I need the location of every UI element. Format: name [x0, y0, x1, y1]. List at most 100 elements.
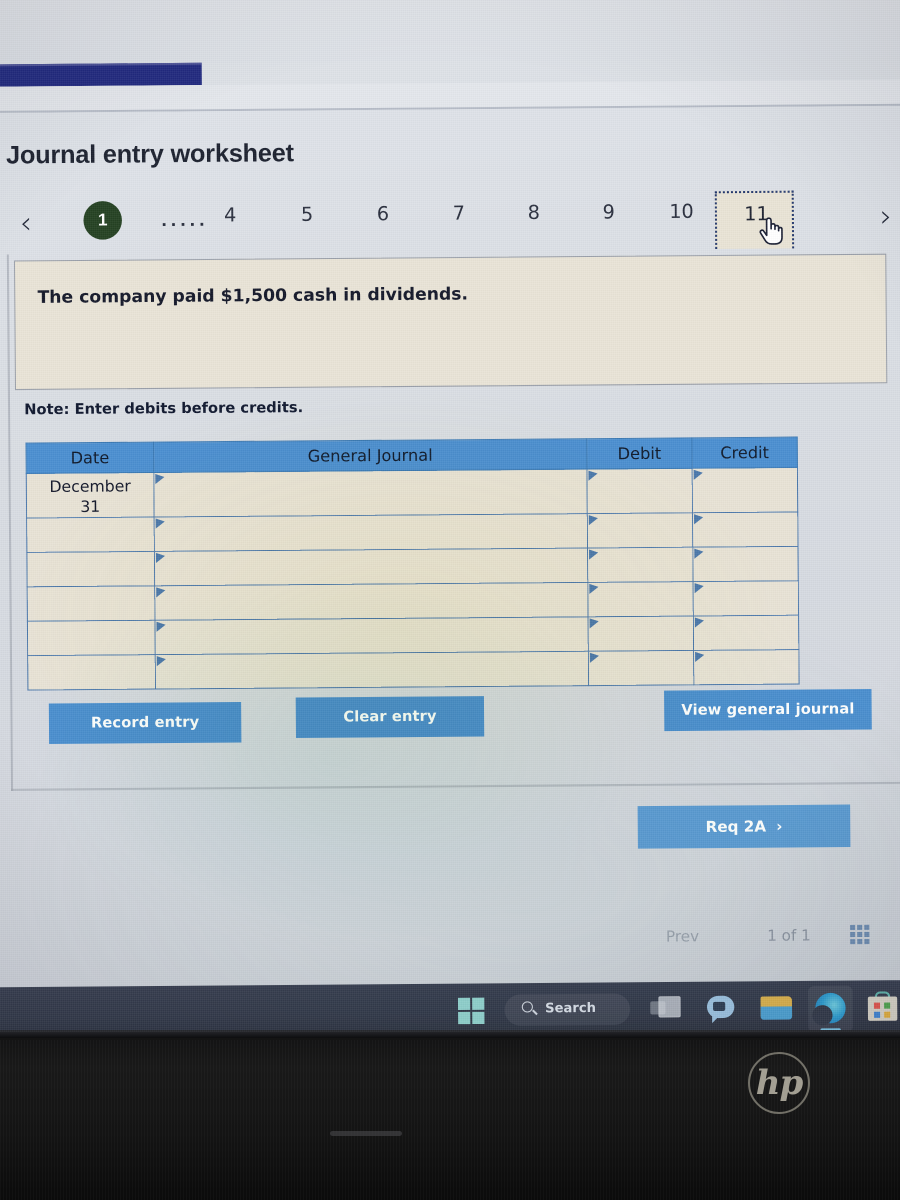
next-entry-arrow-icon[interactable]: ›	[871, 199, 900, 236]
tab-entry-9[interactable]: 9	[585, 201, 632, 224]
cell-marker-icon	[156, 656, 166, 667]
store-tile	[874, 1011, 881, 1018]
store-tile	[884, 1002, 891, 1009]
cell-marker-icon	[694, 514, 704, 525]
grid-cell	[857, 931, 863, 938]
grid-cell	[864, 931, 870, 937]
cell-date-2[interactable]	[26, 516, 155, 553]
cell-debit-2[interactable]	[587, 512, 693, 549]
clear-entry-button[interactable]: Clear entry	[295, 696, 485, 739]
cell-debit-5[interactable]	[588, 615, 694, 652]
cell-general-journal-5[interactable]	[154, 616, 589, 655]
cell-general-journal-1[interactable]	[153, 469, 588, 517]
cell-date-3[interactable]	[26, 551, 155, 587]
grid-cell	[857, 924, 863, 930]
microsoft-edge-icon[interactable]	[808, 985, 853, 1032]
general-journal-table: Date General Journal Debit Credit Decemb…	[26, 437, 800, 691]
windows-start-icon[interactable]	[456, 995, 489, 1028]
cell-marker-icon	[155, 473, 165, 485]
cell-date-5[interactable]	[27, 620, 156, 656]
folder-front	[760, 1006, 793, 1020]
tab-entry-11-active[interactable]: 11	[714, 190, 795, 249]
column-header-general-journal: General Journal	[153, 438, 587, 473]
grid-cell	[857, 939, 863, 945]
cell-marker-icon	[589, 618, 599, 629]
tab-entry-5[interactable]: 5	[284, 203, 331, 226]
grid-cell	[850, 924, 856, 931]
prev-entry-arrow-icon[interactable]: ‹	[11, 206, 42, 243]
view-general-journal-button[interactable]: View general journal	[664, 688, 872, 732]
cell-marker-icon	[694, 617, 705, 628]
record-entry-button[interactable]: Record entry	[48, 702, 242, 745]
cell-credit-4[interactable]	[693, 580, 799, 616]
cell-credit-6[interactable]	[693, 649, 800, 685]
column-header-debit: Debit	[586, 437, 693, 470]
tab-entry-11-label: 11	[744, 202, 769, 226]
tab-entry-1[interactable]: 1	[83, 200, 123, 240]
date-month: December	[49, 477, 131, 497]
cell-date-4[interactable]	[27, 585, 155, 622]
chevron-right-icon: ›	[776, 817, 783, 836]
worksheet-content: Journal entry worksheet ‹ 1 ····· 4 5 6 …	[0, 105, 900, 1032]
task-view-icon[interactable]	[650, 993, 687, 1026]
cell-marker-icon	[156, 621, 166, 632]
start-quadrant	[457, 997, 471, 1011]
cell-credit-2[interactable]	[692, 511, 798, 548]
microsoft-store-icon[interactable]	[867, 991, 900, 1024]
page-count-label: 1 of 1	[767, 926, 811, 945]
cell-marker-icon	[694, 583, 704, 594]
panel-left-edge	[6, 254, 14, 791]
store-tile	[884, 1011, 891, 1018]
cell-general-journal-4[interactable]	[154, 582, 589, 621]
chat-camera	[713, 1001, 726, 1012]
cell-date-1[interactable]: December 31	[26, 472, 155, 518]
cell-credit-5[interactable]	[693, 615, 799, 651]
start-quadrant	[472, 997, 485, 1010]
cell-general-journal-6[interactable]	[155, 651, 589, 690]
tab-entry-4[interactable]: 4	[207, 204, 254, 227]
req-2a-button[interactable]: Req 2A ›	[637, 804, 851, 849]
cell-general-journal-3[interactable]	[154, 548, 588, 586]
cell-marker-icon	[694, 548, 704, 559]
cell-credit-1[interactable]	[692, 467, 798, 513]
page-title: Journal entry worksheet	[5, 138, 294, 170]
table-row	[27, 649, 800, 691]
speaker-notch	[330, 1131, 402, 1136]
column-header-date: Date	[26, 442, 154, 474]
cell-debit-1[interactable]	[586, 468, 693, 514]
cell-general-journal-2[interactable]	[154, 513, 588, 552]
tab-entry-8[interactable]: 8	[510, 202, 557, 225]
cell-debit-4[interactable]	[587, 581, 694, 617]
page-top-whitespace	[0, 0, 900, 65]
cell-credit-3[interactable]	[692, 546, 799, 582]
cell-debit-3[interactable]	[587, 547, 694, 583]
search-icon	[521, 1001, 533, 1013]
laptop-screen: Journal entry worksheet ‹ 1 ····· 4 5 6 …	[0, 0, 900, 1032]
store-bag	[867, 996, 898, 1021]
task-view-window-front	[658, 996, 681, 1018]
tab-entry-10[interactable]: 10	[658, 200, 705, 223]
prev-page-button[interactable]: Prev	[666, 927, 699, 945]
cell-marker-icon	[588, 470, 598, 481]
grid-icon[interactable]	[850, 924, 870, 945]
start-quadrant	[472, 1011, 485, 1025]
chat-icon[interactable]	[705, 993, 740, 1026]
debits-before-credits-note: Note: Enter debits before credits.	[24, 399, 304, 419]
cell-marker-icon	[589, 549, 599, 560]
date-day: 31	[80, 497, 101, 517]
tab-ellipsis: ·····	[161, 214, 209, 237]
file-explorer-icon[interactable]	[760, 992, 797, 1025]
cell-date-6[interactable]	[27, 654, 156, 691]
column-header-credit: Credit	[691, 437, 798, 469]
browser-page: Journal entry worksheet ‹ 1 ····· 4 5 6 …	[0, 0, 900, 1032]
tab-entry-7[interactable]: 7	[436, 202, 483, 225]
start-quadrant	[458, 1011, 471, 1025]
grid-cell	[864, 938, 870, 945]
req-2a-label: Req 2A	[705, 817, 767, 837]
cell-marker-icon	[589, 583, 599, 595]
taskbar-search-box[interactable]: Search	[504, 993, 631, 1026]
cell-debit-6[interactable]	[588, 650, 694, 686]
cell-marker-icon	[155, 552, 166, 564]
tab-entry-6[interactable]: 6	[360, 203, 407, 226]
search-label: Search	[545, 1000, 597, 1017]
